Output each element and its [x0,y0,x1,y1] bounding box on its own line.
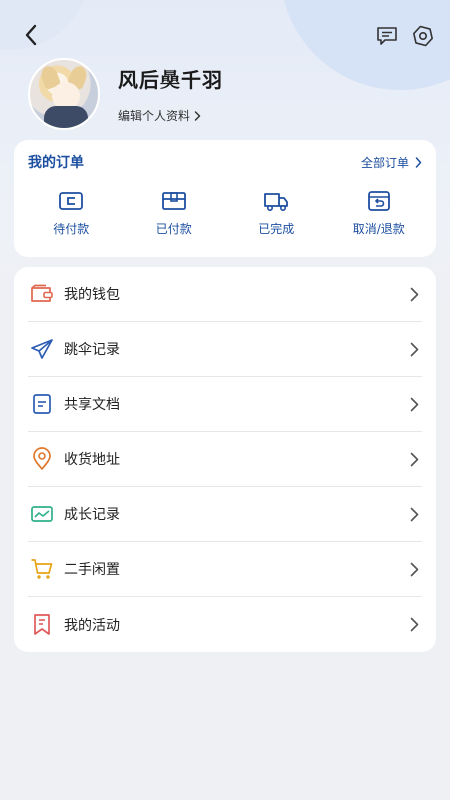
menu-item-shared-docs[interactable]: 共享文档 [28,377,422,432]
menu-label: 成长记录 [64,507,120,523]
growth-chart-icon [31,506,53,522]
edit-profile-label: 编辑个人资料 [118,109,191,123]
refund-return-icon [367,191,390,211]
order-status-row: 待付款 已付款 已完成 取消/退款 [14,188,436,237]
menu-item-second-hand[interactable]: 二手闲置 [28,542,422,597]
menu-label: 我的活动 [64,617,120,634]
location-pin-icon [33,447,51,470]
chevron-left-icon [25,24,37,46]
back-button[interactable] [18,22,44,48]
chat-bubble-icon [377,27,397,45]
chevron-right-icon [410,452,418,466]
order-label: 取消/退款 [352,222,405,236]
order-completed[interactable]: 已完成 [231,188,321,237]
profile-text: 风后𣊖千羽 编辑个人资料 [118,64,223,124]
chevron-right-icon [410,287,418,301]
chevron-right-icon [194,110,201,121]
profile-header: 风后𣊖千羽 编辑个人资料 [28,58,223,130]
all-orders-link[interactable]: 全部订单 [361,154,422,171]
menu-label: 二手闲置 [64,562,120,578]
order-pending-payment[interactable]: 待付款 [26,188,116,237]
username: 风后𣊖千羽 [118,68,223,92]
delivery-truck-icon [264,193,289,212]
menu-label: 我的钱包 [64,287,120,303]
wallet-icon [31,284,53,302]
order-label: 待付款 [53,222,90,236]
menu-item-wallet[interactable]: 我的钱包 [28,267,422,322]
orders-title: 我的订单 [28,155,84,171]
bookmark-flag-icon [34,613,50,635]
order-label: 已付款 [155,222,192,236]
chevron-right-icon [410,397,418,411]
menu-item-skydive-records[interactable]: 跳伞记录 [28,322,422,377]
avatar-body [44,106,88,128]
chevron-right-icon [410,342,418,356]
settings-hexagon-icon [413,25,433,47]
menu-item-my-activities[interactable]: 我的活动 [28,597,422,652]
order-label: 已完成 [258,222,295,236]
wallet-card-icon [59,192,84,210]
paper-plane-icon [31,339,53,359]
shopping-cart-icon [31,559,53,579]
menu-item-growth-records[interactable]: 成长记录 [28,487,422,542]
orders-card: 我的订单 全部订单 待付款 已付款 已完成 取消/退款 [14,140,436,257]
avatar[interactable] [28,58,100,130]
chevron-right-icon [410,617,418,631]
chevron-right-icon [410,562,418,576]
chevron-right-icon [410,507,418,521]
menu-label: 共享文档 [64,397,120,413]
order-paid[interactable]: 已付款 [129,188,219,237]
package-box-icon [161,192,186,210]
document-icon [33,394,51,414]
chevron-right-icon [415,156,422,168]
menu-label: 收货地址 [64,452,120,468]
top-actions [374,24,436,48]
settings-button[interactable] [410,24,436,48]
all-orders-label: 全部订单 [360,155,409,170]
menu-card: 我的钱包 跳伞记录 共享文档 收货地址 成长记录 二手闲置 我的活动 [14,267,436,652]
menu-item-shipping-address[interactable]: 收货地址 [28,432,422,487]
edit-profile-link[interactable]: 编辑个人资料 [118,107,223,124]
orders-header: 我的订单 全部订单 [14,140,436,172]
menu-label: 跳伞记录 [64,342,120,358]
order-cancel-refund[interactable]: 取消/退款 [334,188,424,237]
message-button[interactable] [374,24,400,48]
profile-screen: 风后𣊖千羽 编辑个人资料 我的订单 全部订单 待付款 已付款 已完成 取消/退款… [0,0,450,800]
